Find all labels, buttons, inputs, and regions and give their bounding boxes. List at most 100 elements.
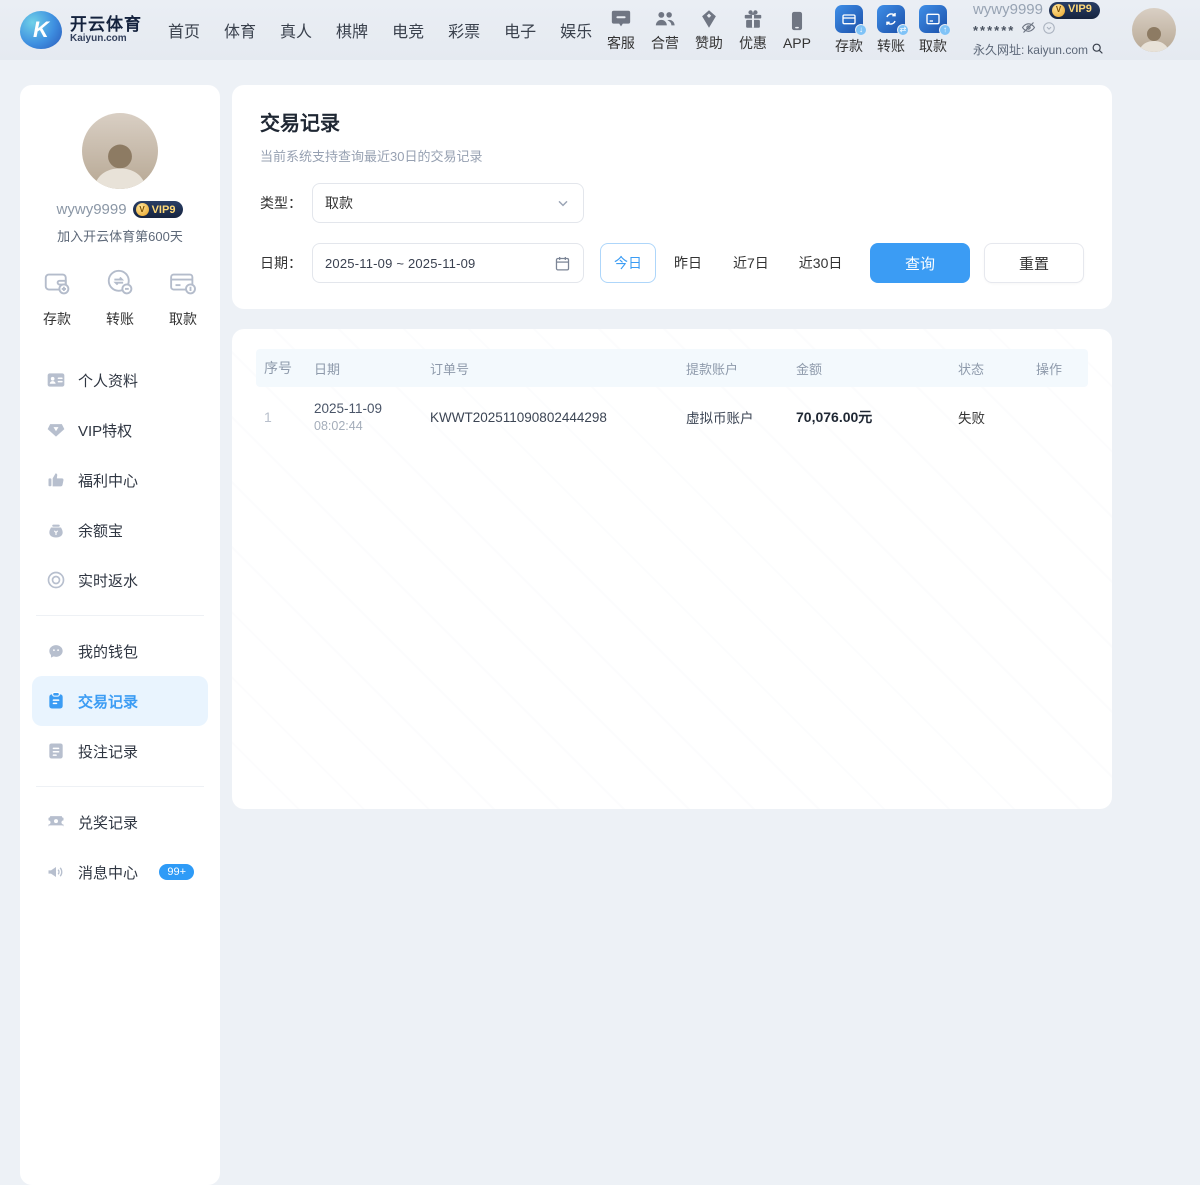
permanent-url-label: 永久网址: — [973, 43, 1024, 58]
user-info: wywy9999 V VIP9 ****** 永久网址: kaiyun.com — [973, 1, 1104, 60]
phone-icon — [786, 10, 808, 32]
cell-order-number: KWWT202511090802444298 — [426, 410, 682, 425]
app-button[interactable]: APP — [783, 10, 811, 51]
date-label: 日期： — [260, 253, 312, 273]
cell-date: 2025-11-09 08:02:44 — [310, 401, 426, 433]
coin-badge-icon: ↓ — [855, 24, 867, 36]
sidebar-divider — [36, 615, 204, 616]
col-action: 操作 — [1032, 359, 1088, 378]
brand-logo[interactable]: K 开云体育 Kaiyun.com — [20, 11, 142, 49]
query-button[interactable]: 查询 — [870, 243, 970, 283]
cell-seq: 1 — [256, 409, 310, 425]
main-content: 交易记录 当前系统支持查询最近30日的交易记录 类型： 取款 日期： 2025-… — [232, 85, 1112, 809]
vip-gem-icon: V — [1052, 4, 1065, 17]
sidebar-item-rebate[interactable]: 实时返水 — [32, 555, 208, 605]
gift-icon — [742, 8, 764, 30]
service-button[interactable]: 客服 — [607, 8, 635, 53]
ledger-icon — [46, 691, 66, 711]
id-card-icon — [46, 370, 66, 390]
type-select-value: 取款 — [325, 193, 353, 213]
magnifier-icon[interactable] — [1091, 42, 1104, 59]
brand-title: 开云体育 — [70, 16, 142, 34]
people-icon — [654, 8, 676, 30]
sidebar-item-vip[interactable]: VIP特权 — [32, 405, 208, 455]
date-range-input[interactable]: 2025-11-09 ~ 2025-11-09 — [312, 243, 584, 283]
date-range-value: 2025-11-09 ~ 2025-11-09 — [325, 256, 475, 271]
sidebar-item-transactions[interactable]: 交易记录 — [32, 676, 208, 726]
table-header-row: 序号 日期 订单号 提款账户 金额 状态 操作 — [256, 349, 1088, 387]
filter-card: 交易记录 当前系统支持查询最近30日的交易记录 类型： 取款 日期： 2025-… — [232, 85, 1112, 309]
transfer-button[interactable]: ⇄ 转账 — [877, 5, 905, 56]
page-title: 交易记录 — [260, 107, 1084, 136]
records-table: 序号 日期 订单号 提款账户 金额 状态 操作 1 2025-11-09 08:… — [256, 349, 1088, 445]
sidebar-item-prizes[interactable]: 兑奖记录 — [32, 797, 208, 847]
thumb-up-icon — [46, 470, 66, 490]
col-order: 订单号 — [426, 359, 682, 378]
nav-home[interactable]: 首页 — [168, 18, 200, 42]
user-avatar[interactable] — [1132, 8, 1176, 52]
table-row: 1 2025-11-09 08:02:44 KWWT20251109080244… — [256, 387, 1088, 445]
megaphone-icon — [46, 862, 66, 882]
nav-sports[interactable]: 体育 — [224, 18, 256, 42]
nav-slots[interactable]: 电子 — [504, 18, 536, 42]
quick-transfer-button[interactable]: 转账 — [105, 267, 135, 329]
sidebar-item-bets[interactable]: 投注记录 — [32, 726, 208, 776]
message-count-badge: 99+ — [159, 864, 194, 880]
sponsor-button[interactable]: 赞助 — [695, 8, 723, 53]
nav-lottery[interactable]: 彩票 — [448, 18, 480, 42]
withdraw-card-icon: ↑ — [919, 5, 947, 33]
diamond-badge-icon — [698, 8, 720, 30]
piggy-bank-icon — [46, 641, 66, 661]
promo-button[interactable]: 优惠 — [739, 8, 767, 53]
page-subtitle: 当前系统支持查询最近30日的交易记录 — [260, 146, 1084, 165]
chevron-circle-icon[interactable] — [1042, 21, 1056, 41]
main-nav: 首页 体育 真人 棋牌 电竞 彩票 电子 娱乐 — [168, 18, 592, 42]
range-30days-button[interactable]: 近30日 — [786, 243, 856, 283]
sidebar-divider — [36, 786, 204, 787]
sidebar-item-wallet[interactable]: 我的钱包 — [32, 626, 208, 676]
vip-badge: V VIP9 — [1049, 2, 1100, 19]
brand-domain: Kaiyun.com — [70, 34, 142, 45]
range-today-button[interactable]: 今日 — [600, 243, 656, 283]
col-amount: 金额 — [792, 359, 954, 378]
col-date: 日期 — [310, 359, 426, 378]
cell-account: 虚拟币账户 — [682, 407, 792, 427]
chat-icon — [610, 8, 632, 30]
transfer-circle-icon — [105, 267, 135, 302]
nav-live[interactable]: 真人 — [280, 18, 312, 42]
eye-slash-icon[interactable] — [1021, 20, 1036, 41]
nav-chess[interactable]: 棋牌 — [336, 18, 368, 42]
quick-withdraw-button[interactable]: 取款 — [168, 267, 198, 329]
nav-entertainment[interactable]: 娱乐 — [560, 18, 592, 42]
cell-status: 失败 — [954, 407, 1032, 427]
calendar-icon — [554, 255, 571, 272]
sidebar-item-yuebao[interactable]: 余额宝 — [32, 505, 208, 555]
sidebar-item-welfare[interactable]: 福利中心 — [32, 455, 208, 505]
withdraw-button[interactable]: ↑ 取款 — [919, 5, 947, 56]
vip-gem-icon: V — [136, 203, 149, 216]
deposit-button[interactable]: ↓ 存款 — [835, 5, 863, 56]
profile-avatar[interactable] — [82, 113, 158, 189]
partner-button[interactable]: 合营 — [651, 8, 679, 53]
reset-button[interactable]: 重置 — [984, 243, 1084, 283]
joined-days: 加入开云体育第600天 — [32, 226, 208, 245]
wallet-icon — [42, 267, 72, 302]
coin-badge-icon: ↑ — [939, 24, 951, 36]
sidebar-item-messages[interactable]: 消息中心 99+ — [32, 847, 208, 897]
nav-esports[interactable]: 电竞 — [392, 18, 424, 42]
type-label: 类型： — [260, 193, 312, 213]
sidebar-item-profile[interactable]: 个人资料 — [32, 355, 208, 405]
range-7days-button[interactable]: 近7日 — [720, 243, 782, 283]
target-circle-icon — [46, 570, 66, 590]
col-account: 提款账户 — [682, 359, 792, 378]
records-table-card: 序号 日期 订单号 提款账户 金额 状态 操作 1 2025-11-09 08:… — [232, 329, 1112, 809]
vip-diamond-icon — [46, 420, 66, 440]
transfer-arrows-icon: ⇄ — [877, 5, 905, 33]
masked-balance: ****** — [973, 23, 1015, 39]
quick-deposit-button[interactable]: 存款 — [42, 267, 72, 329]
ticket-icon — [46, 812, 66, 832]
chevron-down-icon — [555, 195, 571, 211]
type-select[interactable]: 取款 — [312, 183, 584, 223]
range-yesterday-button[interactable]: 昨日 — [660, 243, 716, 283]
permanent-url[interactable]: kaiyun.com — [1027, 43, 1088, 58]
